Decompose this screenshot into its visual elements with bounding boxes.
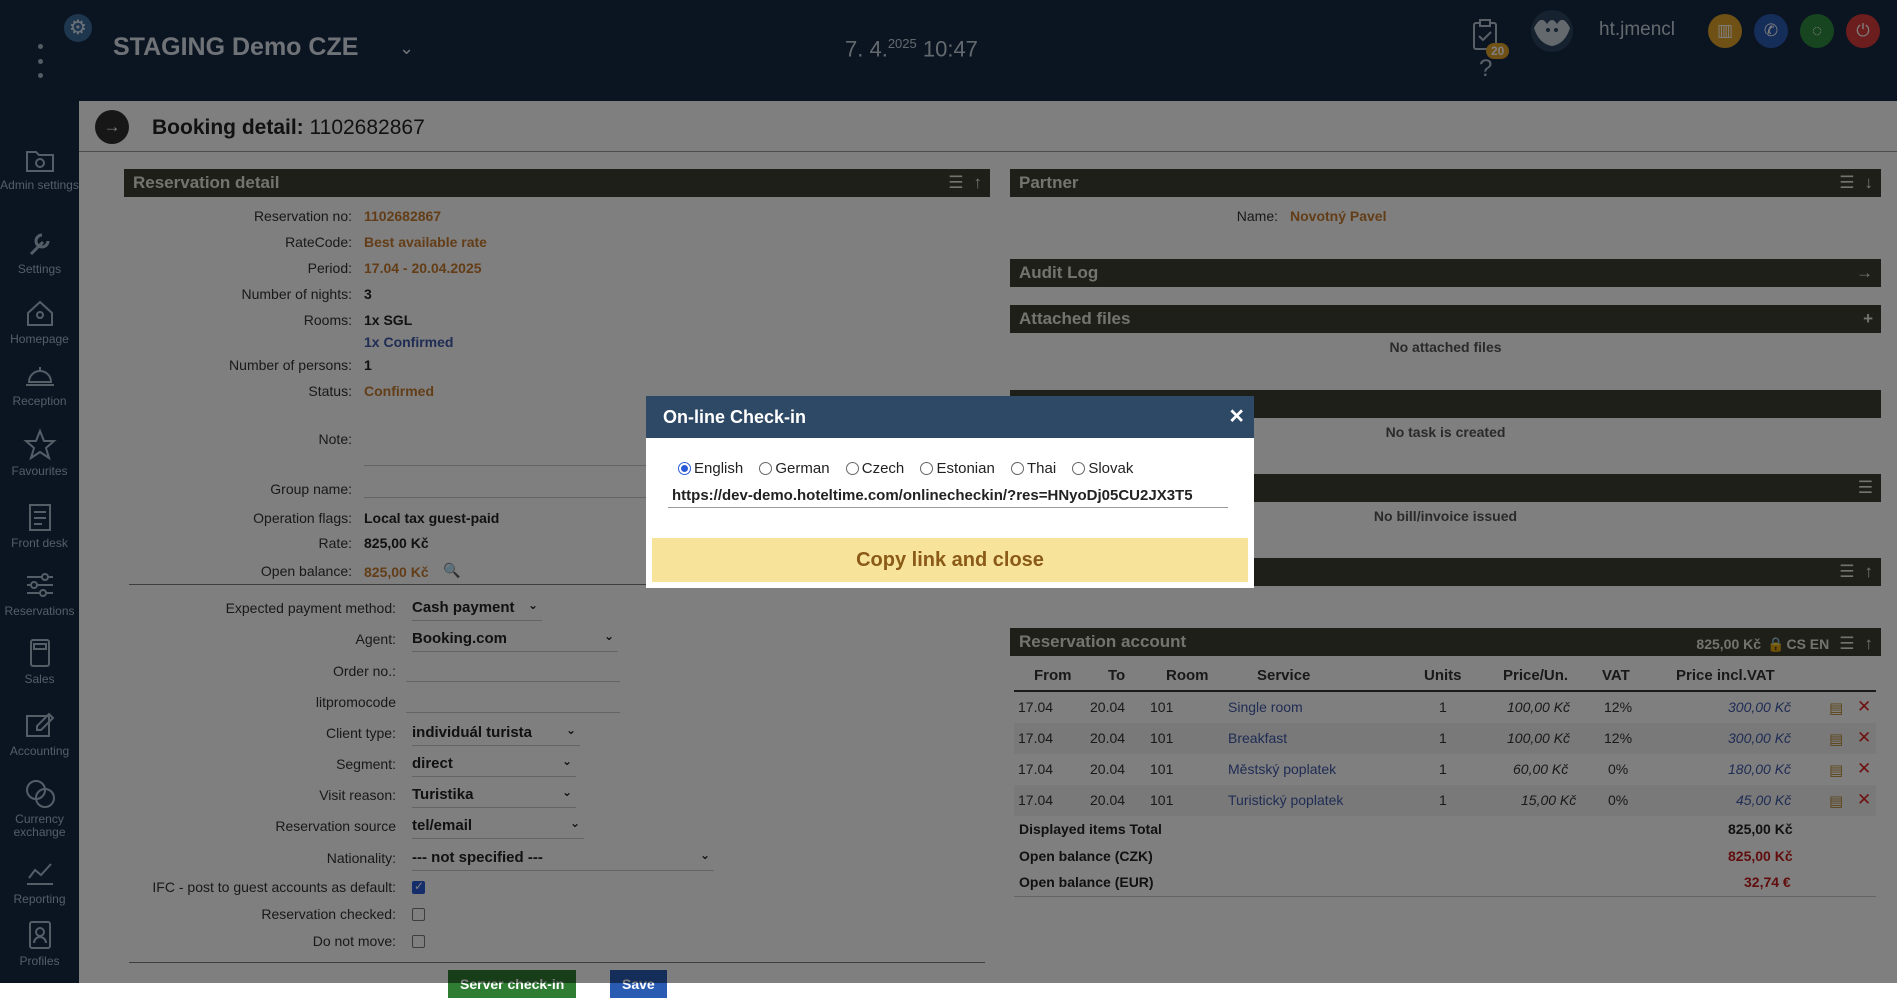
close-icon[interactable]: × xyxy=(1229,402,1244,431)
radio-button[interactable] xyxy=(1010,462,1024,475)
copy-link-button[interactable]: Copy link and close xyxy=(652,538,1248,582)
dialog-header: On-line Check-in × xyxy=(646,396,1254,438)
language-option-german[interactable]: German xyxy=(759,460,830,477)
checkin-link-field[interactable] xyxy=(668,484,1228,508)
online-checkin-dialog: On-line Check-in × English German Czech … xyxy=(646,396,1254,588)
language-option-czech[interactable]: Czech xyxy=(845,460,904,477)
dialog-title: On-line Check-in xyxy=(663,407,807,427)
language-option-thai[interactable]: Thai xyxy=(1010,460,1056,477)
language-option-slovak[interactable]: Slovak xyxy=(1072,460,1133,477)
radio-button[interactable] xyxy=(920,462,934,475)
radio-button[interactable] xyxy=(1072,462,1086,475)
radio-button[interactable] xyxy=(845,462,859,475)
radio-button[interactable] xyxy=(759,462,773,475)
radio-button[interactable] xyxy=(678,462,691,475)
language-options: English German Czech Estonian Thai Slova… xyxy=(678,460,1145,477)
language-option-english[interactable]: English xyxy=(678,460,743,477)
language-option-estonian[interactable]: Estonian xyxy=(920,460,995,477)
